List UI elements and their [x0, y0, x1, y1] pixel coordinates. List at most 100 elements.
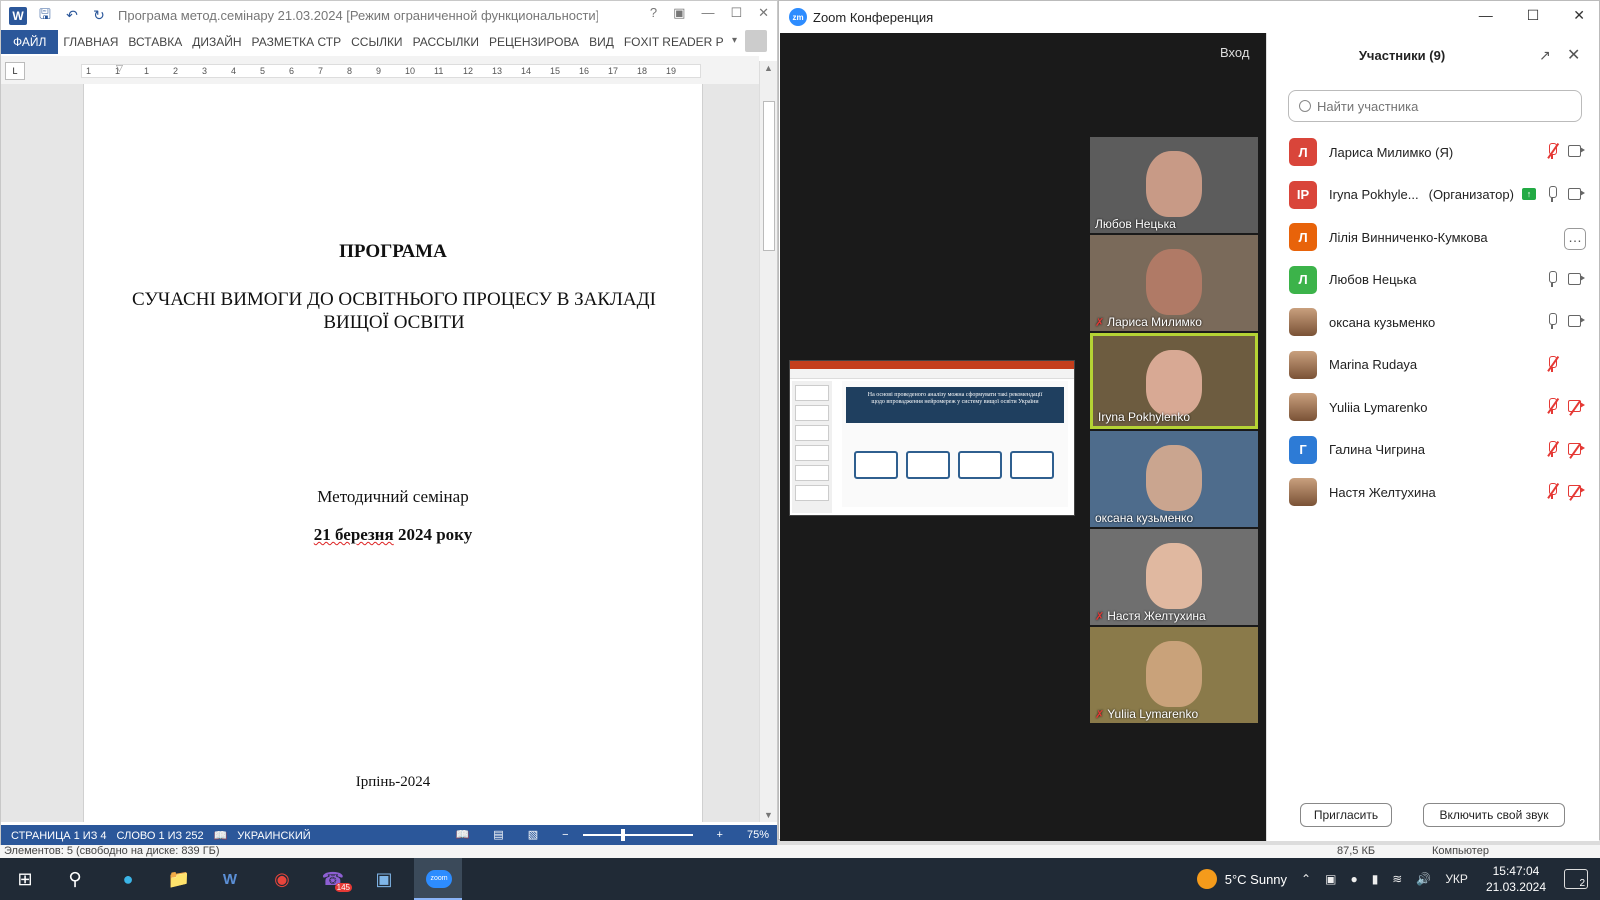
- mic-icon[interactable]: [1546, 270, 1558, 287]
- meet-icon[interactable]: ▣: [1325, 872, 1336, 886]
- weather-text[interactable]: 5°C Sunny: [1225, 872, 1287, 887]
- participant-search[interactable]: [1288, 90, 1582, 122]
- zoom-icon[interactable]: zoom: [424, 864, 454, 894]
- zoom-out-icon[interactable]: −: [562, 829, 568, 841]
- status-page[interactable]: СТРАНИЦА 1 ИЗ 4: [11, 830, 107, 842]
- camera-off-icon[interactable]: [1568, 484, 1586, 501]
- horizontal-ruler[interactable]: 1 1 1 2 3 4 5 6 7 8 9 10 11 12 13 14 15 16 17 18 19: [81, 64, 701, 78]
- video-tile[interactable]: ✗ Лариса Милимко: [1090, 235, 1258, 331]
- camera-icon[interactable]: [1568, 272, 1586, 285]
- unmute-button[interactable]: Включить свой звук: [1423, 803, 1565, 827]
- user-avatar[interactable]: [745, 30, 767, 52]
- chrome-icon[interactable]: ◉: [267, 864, 297, 894]
- word-logo-icon[interactable]: W: [9, 6, 27, 25]
- tab-home[interactable]: ГЛАВНАЯ: [58, 35, 123, 49]
- participant-row[interactable]: Л Любов Нецька: [1267, 259, 1600, 302]
- zoom-slider[interactable]: [582, 828, 693, 841]
- redo-icon[interactable]: ↻: [90, 7, 108, 25]
- weather-sun-icon[interactable]: [1196, 869, 1217, 889]
- undo-icon[interactable]: ↶: [63, 7, 81, 25]
- participant-row[interactable]: Marina Rudaya: [1267, 344, 1600, 387]
- close-icon[interactable]: ✕: [758, 5, 769, 21]
- print-layout-icon[interactable]: ▤: [493, 828, 503, 841]
- camera-off-icon[interactable]: [1568, 399, 1586, 416]
- tab-layout[interactable]: РАЗМЕТКА СТР: [247, 35, 347, 49]
- help-icon[interactable]: ?: [650, 5, 657, 21]
- tab-mailings[interactable]: РАССЫЛКИ: [408, 35, 484, 49]
- photos-icon[interactable]: ▣: [369, 864, 399, 894]
- participant-row[interactable]: Л Лілія Винниченко-Кумкова…: [1267, 216, 1600, 259]
- minimize-icon[interactable]: —: [701, 5, 714, 21]
- participant-row[interactable]: оксана кузьменко: [1267, 301, 1600, 344]
- maximize-icon[interactable]: ☐: [1527, 7, 1540, 24]
- tab-references[interactable]: ССЫЛКИ: [346, 35, 407, 49]
- viber-icon[interactable]: ☎ 145: [318, 864, 352, 894]
- participant-row[interactable]: Г Галина Чигрина: [1267, 429, 1600, 472]
- camera-icon[interactable]: [1568, 315, 1586, 327]
- more-options-icon[interactable]: …: [1564, 228, 1586, 250]
- mic-muted-icon[interactable]: [1546, 440, 1559, 457]
- tab-view[interactable]: ВИД: [584, 35, 619, 49]
- search-icon[interactable]: ⚲: [60, 864, 90, 894]
- indent-marker-icon[interactable]: ▽: [116, 63, 125, 83]
- maximize-icon[interactable]: ☐: [730, 5, 742, 21]
- web-layout-icon[interactable]: ▧: [528, 828, 538, 841]
- participant-row[interactable]: Настя Желтухина: [1267, 471, 1600, 514]
- start-icon[interactable]: ⊞: [10, 864, 40, 894]
- video-tile[interactable]: оксана кузьменко: [1090, 431, 1258, 527]
- close-panel-icon[interactable]: ✕: [1567, 45, 1580, 65]
- document-page[interactable]: ПРОГРАМА СУЧАСНІ ВИМОГИ ДО ОСВІТНЬОГО ПР…: [83, 84, 703, 822]
- tab-review[interactable]: РЕЦЕНЗИРОВА: [484, 35, 584, 49]
- mic-muted-icon[interactable]: [1546, 355, 1559, 372]
- status-words[interactable]: СЛОВО 1 ИЗ 252: [117, 830, 204, 842]
- invite-button[interactable]: Пригласить: [1300, 803, 1392, 827]
- camera-off-icon[interactable]: [1568, 442, 1586, 459]
- enter-button[interactable]: Вход: [1220, 45, 1249, 60]
- popout-icon[interactable]: ↗: [1539, 47, 1551, 64]
- clock[interactable]: 15:47:04 21.03.2024: [1486, 863, 1546, 895]
- ribbon-expand-icon[interactable]: ▾: [732, 35, 737, 46]
- participant-row[interactable]: IP Iryna Pokhyle... (Организатор) ↑: [1267, 174, 1600, 217]
- participant-row[interactable]: Л Лариса Милимко (Я): [1267, 131, 1600, 174]
- language-indicator[interactable]: УКР: [1445, 872, 1468, 886]
- tab-design[interactable]: ДИЗАЙН: [187, 35, 246, 49]
- ribbon-display-icon[interactable]: ▣: [673, 5, 685, 21]
- vertical-scrollbar[interactable]: ▲ ▼: [759, 61, 777, 822]
- scroll-up-icon[interactable]: ▲: [764, 63, 773, 73]
- camera-icon[interactable]: [1568, 187, 1586, 200]
- mic-muted-icon[interactable]: [1546, 142, 1559, 159]
- participant-search-input[interactable]: [1317, 98, 1557, 114]
- video-tile[interactable]: ✗ Yuliia Lymarenko: [1090, 627, 1258, 723]
- tab-foxit[interactable]: FOXIT READER P: [619, 35, 729, 49]
- tab-file[interactable]: ФАЙЛ: [1, 30, 59, 54]
- mic-muted-icon[interactable]: [1546, 397, 1559, 414]
- participant-row[interactable]: Yuliia Lymarenko: [1267, 386, 1600, 429]
- tab-insert[interactable]: ВСТАВКА: [123, 35, 187, 49]
- wifi-icon[interactable]: ≋: [1392, 872, 1402, 886]
- zoom-in-icon[interactable]: +: [717, 829, 723, 841]
- shared-screen[interactable]: На основі проведеного аналізу можна сфор…: [789, 360, 1075, 516]
- tab-stop-selector[interactable]: L: [5, 62, 25, 80]
- mic-icon[interactable]: [1546, 185, 1558, 202]
- minimize-icon[interactable]: —: [1479, 7, 1493, 24]
- mic-icon[interactable]: [1546, 313, 1558, 329]
- notification-icon[interactable]: 2: [1564, 869, 1588, 889]
- file-explorer-icon[interactable]: 📁: [164, 864, 194, 894]
- volume-icon[interactable]: 🔊: [1416, 872, 1431, 886]
- scroll-thumb[interactable]: [763, 101, 775, 251]
- save-icon[interactable]: 🖫: [36, 6, 54, 25]
- close-icon[interactable]: ✕: [1573, 7, 1585, 24]
- video-tile[interactable]: ✗ Настя Желтухина: [1090, 529, 1258, 625]
- video-tile[interactable]: Любов Нецька: [1090, 137, 1258, 233]
- mic-muted-icon[interactable]: [1546, 482, 1559, 499]
- status-language[interactable]: УКРАИНСКИЙ: [237, 830, 310, 842]
- scroll-down-icon[interactable]: ▼: [764, 810, 773, 820]
- camera-icon[interactable]: [1568, 145, 1586, 157]
- edge-icon[interactable]: ●: [113, 864, 143, 894]
- mic-icon[interactable]: ●: [1350, 872, 1357, 886]
- proofing-icon[interactable]: 📖: [214, 829, 228, 842]
- read-mode-icon[interactable]: 📖: [456, 828, 470, 841]
- zoom-level[interactable]: 75%: [747, 829, 769, 841]
- chevron-up-icon[interactable]: ⌃: [1301, 872, 1311, 886]
- battery-icon[interactable]: ▮: [1372, 872, 1379, 886]
